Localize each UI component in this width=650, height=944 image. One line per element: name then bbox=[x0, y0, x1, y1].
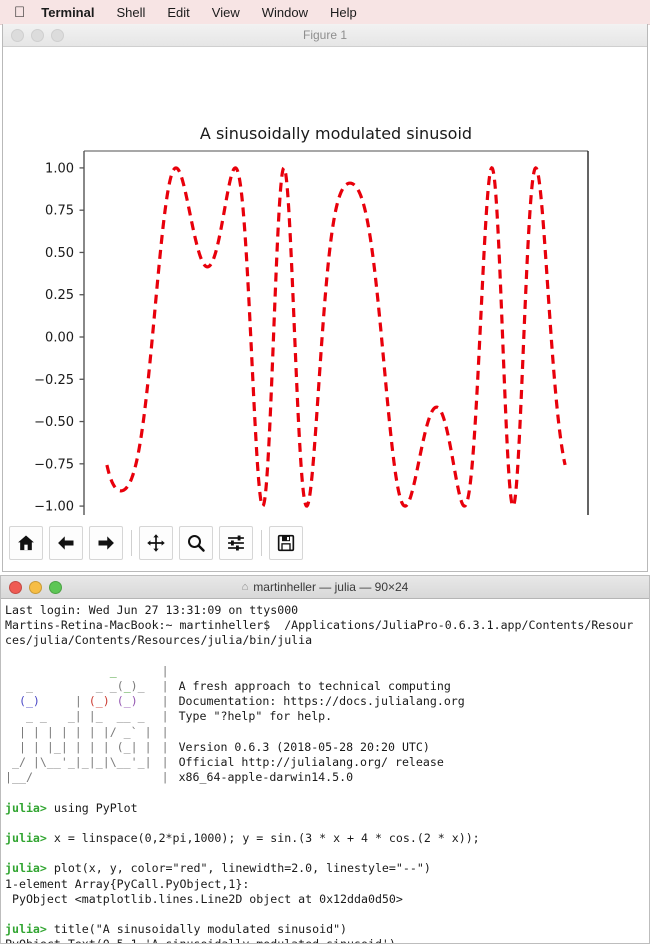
y-axis-tick-label: 0.25 bbox=[45, 288, 74, 303]
zoom-magnifier-icon bbox=[187, 534, 205, 552]
julia-prompt: julia> bbox=[5, 800, 54, 815]
terminal-command-line: julia> plot(x, y, color="red", linewidth… bbox=[5, 861, 647, 876]
y-axis-tick-label: 0.75 bbox=[45, 204, 74, 219]
configure-subplots-button[interactable] bbox=[219, 526, 253, 560]
terminal-command-text: x = linspace(0,2*pi,1000); y = sin.(3 * … bbox=[53, 831, 480, 845]
menu-item-window[interactable]: Window bbox=[262, 5, 308, 20]
zoom-button[interactable] bbox=[179, 526, 213, 560]
julia-banner-divider: | | | | | | | | bbox=[161, 663, 169, 785]
toolbar-separator-1 bbox=[131, 530, 132, 556]
close-button[interactable] bbox=[11, 29, 24, 42]
y-axis-tick-label: −1.00 bbox=[34, 500, 74, 515]
figure-window: Figure 1 A sinusoidally modulated sinuso… bbox=[2, 24, 648, 572]
forward-button[interactable] bbox=[89, 526, 123, 560]
home-folder-icon: ⌂ bbox=[241, 581, 249, 593]
julia-prompt: julia> bbox=[5, 861, 54, 876]
toolbar-separator-2 bbox=[261, 530, 262, 556]
menu-item-view[interactable]: View bbox=[212, 5, 240, 20]
terminal-window: ⌂ martinheller — julia — 90×24 Last logi… bbox=[0, 575, 650, 944]
menu-item-terminal[interactable]: Terminal bbox=[41, 5, 94, 20]
menu-item-edit[interactable]: Edit bbox=[167, 5, 189, 20]
terminal-command-line: julia> using PyPlot bbox=[5, 801, 647, 816]
terminal-output-line: Martins-Retina-MacBook:~ martinheller$ /… bbox=[5, 618, 634, 633]
pan-button[interactable] bbox=[139, 526, 173, 560]
macos-menu-bar:  Terminal Shell Edit View Window Help bbox=[0, 0, 650, 25]
apple-logo-icon[interactable]:  bbox=[14, 5, 25, 20]
back-arrow-icon bbox=[58, 536, 74, 550]
terminal-command-text: using PyPlot bbox=[53, 800, 138, 815]
save-floppy-icon bbox=[277, 534, 295, 552]
y-axis-tick-label: −0.50 bbox=[34, 415, 74, 430]
terminal-command-text: plot(x, y, color="red", linewidth=2.0, l… bbox=[53, 861, 431, 876]
y-axis-tick-label: −0.25 bbox=[34, 373, 74, 388]
terminal-output-line: 1-element Array{PyCall.PyObject,1}: bbox=[5, 876, 250, 891]
y-axis-tick-label: −0.75 bbox=[34, 457, 74, 472]
chart-title: A sinusoidally modulated sinusoid bbox=[200, 124, 472, 143]
back-button[interactable] bbox=[49, 526, 83, 560]
terminal-output[interactable]: Last login: Wed Jun 27 13:31:09 on ttys0… bbox=[1, 599, 649, 943]
terminal-close-button[interactable] bbox=[9, 581, 22, 594]
matplotlib-toolbar bbox=[3, 517, 649, 569]
minimize-button[interactable] bbox=[31, 29, 44, 42]
y-axis-tick-label: 0.00 bbox=[45, 331, 74, 346]
terminal-minimize-button[interactable] bbox=[29, 581, 42, 594]
figure-body: A sinusoidally modulated sinusoid −1.00 −0… bbox=[3, 47, 647, 571]
terminal-maximize-button[interactable] bbox=[49, 581, 62, 594]
y-axis-tick-label: 1.00 bbox=[45, 161, 74, 176]
terminal-output-line: Last login: Wed Jun 27 13:31:09 on ttys0… bbox=[5, 603, 299, 617]
menu-item-shell[interactable]: Shell bbox=[116, 5, 145, 20]
terminal-output-line: PyObject <matplotlib.lines.Line2D object… bbox=[5, 891, 403, 906]
terminal-title-bar[interactable]: ⌂ martinheller — julia — 90×24 bbox=[1, 576, 649, 599]
julia-prompt: julia> bbox=[5, 922, 54, 937]
configure-sliders-icon bbox=[228, 535, 244, 551]
figure-window-controls[interactable] bbox=[11, 29, 64, 42]
terminal-command-line: julia> title("A sinusoidally modulated s… bbox=[5, 922, 647, 937]
matplotlib-axes: A sinusoidally modulated sinusoid −1.00 −0… bbox=[34, 124, 589, 515]
terminal-title-label: martinheller — julia — 90×24 bbox=[253, 580, 409, 594]
menu-item-help[interactable]: Help bbox=[330, 5, 357, 20]
figure-title-label: Figure 1 bbox=[302, 28, 348, 42]
home-button[interactable] bbox=[9, 526, 43, 560]
home-icon bbox=[18, 535, 34, 551]
maximize-button[interactable] bbox=[51, 29, 64, 42]
terminal-command-text: title("A sinusoidally modulated sinusoid… bbox=[53, 922, 348, 937]
terminal-output-line: PyObject Text(0.5,1,'A sinusoidally modu… bbox=[5, 937, 647, 943]
save-button[interactable] bbox=[269, 526, 303, 560]
julia-logo-ascii-art: _ _ _ _(_)_ (_) | (_) (_) _ _ _| |_ __ _… bbox=[5, 663, 152, 785]
terminal-window-controls[interactable] bbox=[9, 581, 62, 594]
forward-arrow-icon bbox=[98, 536, 114, 550]
y-axis-tick-label: 0.50 bbox=[45, 246, 74, 261]
terminal-output-line: ces/julia/Contents/Resources/julia/bin/j… bbox=[5, 633, 313, 648]
pan-move-icon bbox=[147, 534, 165, 552]
julia-banner: _ _ _ _(_)_ (_) | (_) (_) _ _ _| |_ __ _… bbox=[5, 664, 647, 786]
figure-title-bar[interactable]: Figure 1 bbox=[3, 24, 647, 47]
julia-prompt: julia> bbox=[5, 831, 54, 845]
terminal-command-line: julia> x = linspace(0,2*pi,1000); y = si… bbox=[5, 831, 647, 846]
julia-banner-info: A fresh approach to technical computing … bbox=[178, 679, 465, 785]
plot-line-series bbox=[105, 165, 567, 508]
plot-canvas[interactable]: A sinusoidally modulated sinusoid −1.00 −0… bbox=[3, 47, 649, 515]
